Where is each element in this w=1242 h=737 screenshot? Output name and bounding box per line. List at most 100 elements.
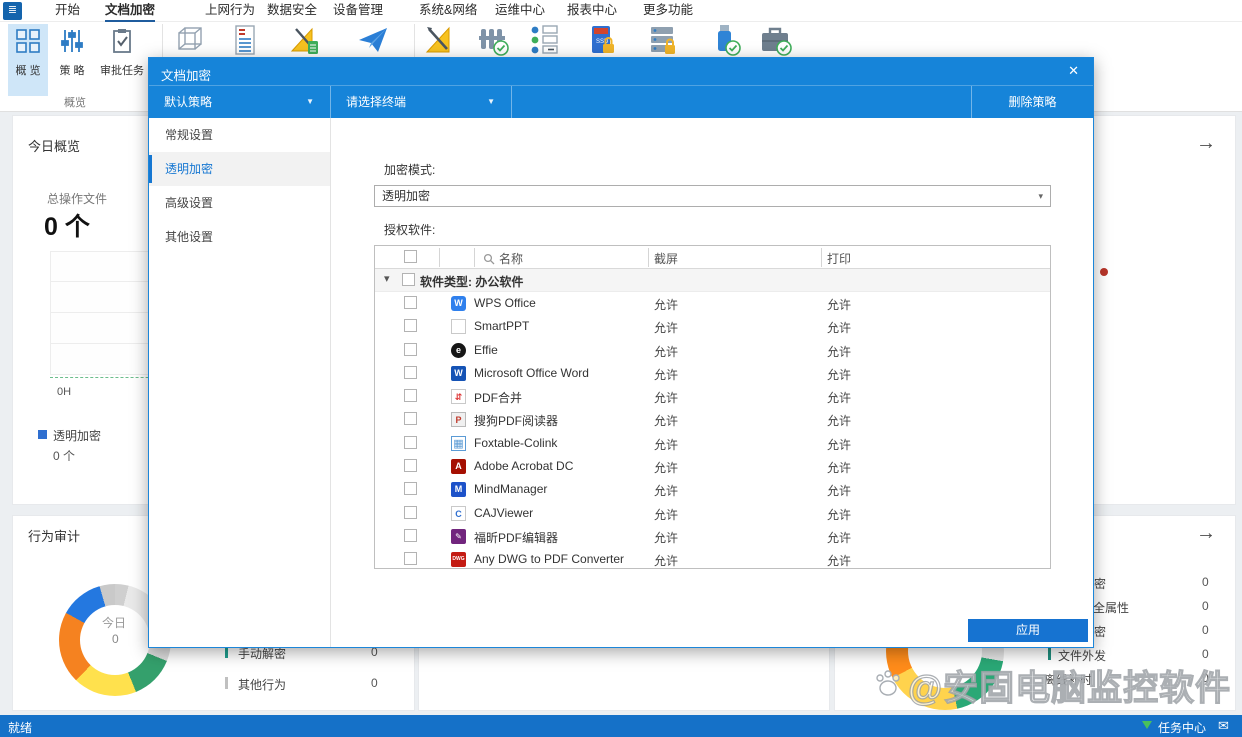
server-lock-icon[interactable]: [646, 23, 680, 57]
table-row[interactable]: Microsoft Office Word 允许 允许: [375, 362, 1050, 385]
ribbon-policy-button[interactable]: 策 略: [52, 24, 92, 96]
encryption-mode-select[interactable]: 透明加密 ▾: [374, 185, 1051, 207]
app-icon: [451, 529, 466, 544]
row-checkbox[interactable]: [404, 319, 417, 332]
table-row[interactable]: Effie 允许 允许: [375, 339, 1050, 362]
screenshot-permission[interactable]: 允许: [654, 319, 678, 336]
setsquare-pencil-yellow-icon[interactable]: [423, 23, 457, 57]
table-row[interactable]: Any DWG to PDF Converter 允许 允许: [375, 548, 1050, 568]
select-all-checkbox[interactable]: [404, 250, 417, 263]
print-permission[interactable]: 允许: [827, 343, 851, 360]
menu-web-behavior[interactable]: 上网行为: [205, 0, 255, 22]
screenshot-permission[interactable]: 允许: [654, 296, 678, 313]
ribbon-overview-button[interactable]: 概 览: [8, 24, 48, 96]
menu-data-security[interactable]: 数据安全: [267, 0, 317, 22]
print-permission[interactable]: 允许: [827, 296, 851, 313]
panel-nav-arrow-icon[interactable]: →: [1196, 132, 1216, 155]
close-icon[interactable]: ✕: [1068, 63, 1079, 79]
row-checkbox[interactable]: [404, 343, 417, 356]
nav-advanced-settings[interactable]: 高级设置: [149, 186, 330, 220]
row-checkbox[interactable]: [404, 506, 417, 519]
menu-start[interactable]: 开始: [55, 0, 80, 22]
column-screenshot[interactable]: 截屏: [654, 250, 678, 267]
paw-watermark-icon: [872, 666, 904, 705]
software-group-row[interactable]: ▾ 软件类型: 办公软件: [375, 269, 1050, 292]
org-structure-icon[interactable]: [528, 23, 562, 57]
app-icon: [451, 436, 466, 451]
fence-shield-icon[interactable]: [476, 23, 510, 57]
app-menu-icon[interactable]: ≣: [3, 2, 22, 20]
screenshot-permission[interactable]: 允许: [654, 343, 678, 360]
screenshot-permission[interactable]: 允许: [654, 436, 678, 453]
briefcase-shield-icon[interactable]: [758, 23, 792, 57]
row-checkbox[interactable]: [404, 459, 417, 472]
menu-more-features[interactable]: 更多功能: [643, 0, 693, 22]
menu-ops-center[interactable]: 运维中心: [495, 0, 545, 22]
print-permission[interactable]: 允许: [827, 436, 851, 453]
screenshot-permission[interactable]: 允许: [654, 366, 678, 383]
table-row[interactable]: SmartPPT 允许 允许: [375, 315, 1050, 338]
table-row[interactable]: PDF合并 允许 允许: [375, 385, 1050, 408]
print-permission[interactable]: 允许: [827, 412, 851, 429]
row-checkbox[interactable]: [404, 482, 417, 495]
mail-icon[interactable]: ✉: [1218, 718, 1229, 734]
column-print[interactable]: 打印: [827, 250, 851, 267]
print-permission[interactable]: 允许: [827, 366, 851, 383]
row-checkbox[interactable]: [404, 412, 417, 425]
setsquare-pencil-green-icon[interactable]: [288, 23, 322, 57]
row-checkbox[interactable]: [404, 296, 417, 309]
table-row[interactable]: WPS Office 允许 允许: [375, 292, 1050, 315]
screenshot-permission[interactable]: 允许: [654, 459, 678, 476]
screenshot-permission[interactable]: 允许: [654, 389, 678, 406]
print-permission[interactable]: 允许: [827, 459, 851, 476]
row-checkbox[interactable]: [404, 389, 417, 402]
screenshot-permission[interactable]: 允许: [654, 529, 678, 546]
column-name[interactable]: 名称: [499, 250, 523, 267]
ribbon-approval-tasks-button[interactable]: 审批任务: [96, 24, 148, 96]
nav-general-settings[interactable]: 常规设置: [149, 118, 330, 152]
row-checkbox[interactable]: [404, 529, 417, 542]
ssd-lock-icon[interactable]: SSD: [585, 23, 619, 57]
group-checkbox[interactable]: [402, 273, 415, 286]
cube-icon[interactable]: [173, 23, 207, 57]
print-permission[interactable]: 允许: [827, 482, 851, 499]
expand-chevron-icon[interactable]: ▾: [384, 272, 390, 285]
usb-shield-icon[interactable]: [708, 23, 742, 57]
table-row[interactable]: Foxtable-Colink 允许 允许: [375, 432, 1050, 455]
menu-system-network[interactable]: 系统&网络: [419, 0, 477, 22]
apply-button[interactable]: 应用: [968, 619, 1088, 642]
screenshot-permission[interactable]: 允许: [654, 482, 678, 499]
terminal-dropdown[interactable]: 请选择终端 ▼: [331, 86, 512, 119]
legend-value: 0: [371, 676, 378, 690]
nav-other-settings[interactable]: 其他设置: [149, 220, 330, 254]
row-checkbox[interactable]: [404, 552, 417, 565]
policy-dropdown[interactable]: 默认策略 ▼: [149, 86, 331, 119]
table-row[interactable]: 搜狗PDF阅读器 允许 允许: [375, 408, 1050, 431]
print-permission[interactable]: 允许: [827, 529, 851, 546]
menu-doc-encryption[interactable]: 文档加密: [105, 0, 155, 22]
report-list-icon[interactable]: [228, 23, 262, 57]
print-permission[interactable]: 允许: [827, 319, 851, 336]
panel-nav-arrow-icon[interactable]: →: [1196, 522, 1216, 545]
nav-transparent-encryption[interactable]: 透明加密: [149, 152, 330, 186]
screenshot-permission[interactable]: 允许: [654, 412, 678, 429]
mode-label: 加密模式:: [384, 161, 435, 178]
row-checkbox[interactable]: [404, 436, 417, 449]
print-permission[interactable]: 允许: [827, 389, 851, 406]
menu-report-center[interactable]: 报表中心: [567, 0, 617, 22]
print-permission[interactable]: 允许: [827, 506, 851, 523]
table-row[interactable]: MindManager 允许 允许: [375, 478, 1050, 501]
app-name: CAJViewer: [474, 506, 533, 520]
delete-policy-button[interactable]: 删除策略: [971, 86, 1093, 119]
screenshot-permission[interactable]: 允许: [654, 506, 678, 523]
screenshot-permission[interactable]: 允许: [654, 552, 678, 568]
print-permission[interactable]: 允许: [827, 552, 851, 568]
paper-plane-icon[interactable]: [356, 23, 390, 57]
table-row[interactable]: CAJViewer 允许 允许: [375, 502, 1050, 525]
table-row[interactable]: 福昕PDF编辑器 允许 允许: [375, 525, 1050, 548]
menu-device-mgmt[interactable]: 设备管理: [333, 0, 383, 22]
table-row[interactable]: Adobe Acrobat DC 允许 允许: [375, 455, 1050, 478]
task-center-button[interactable]: 任务中心: [1158, 719, 1206, 736]
row-checkbox[interactable]: [404, 366, 417, 379]
software-label: 授权软件:: [384, 221, 435, 238]
